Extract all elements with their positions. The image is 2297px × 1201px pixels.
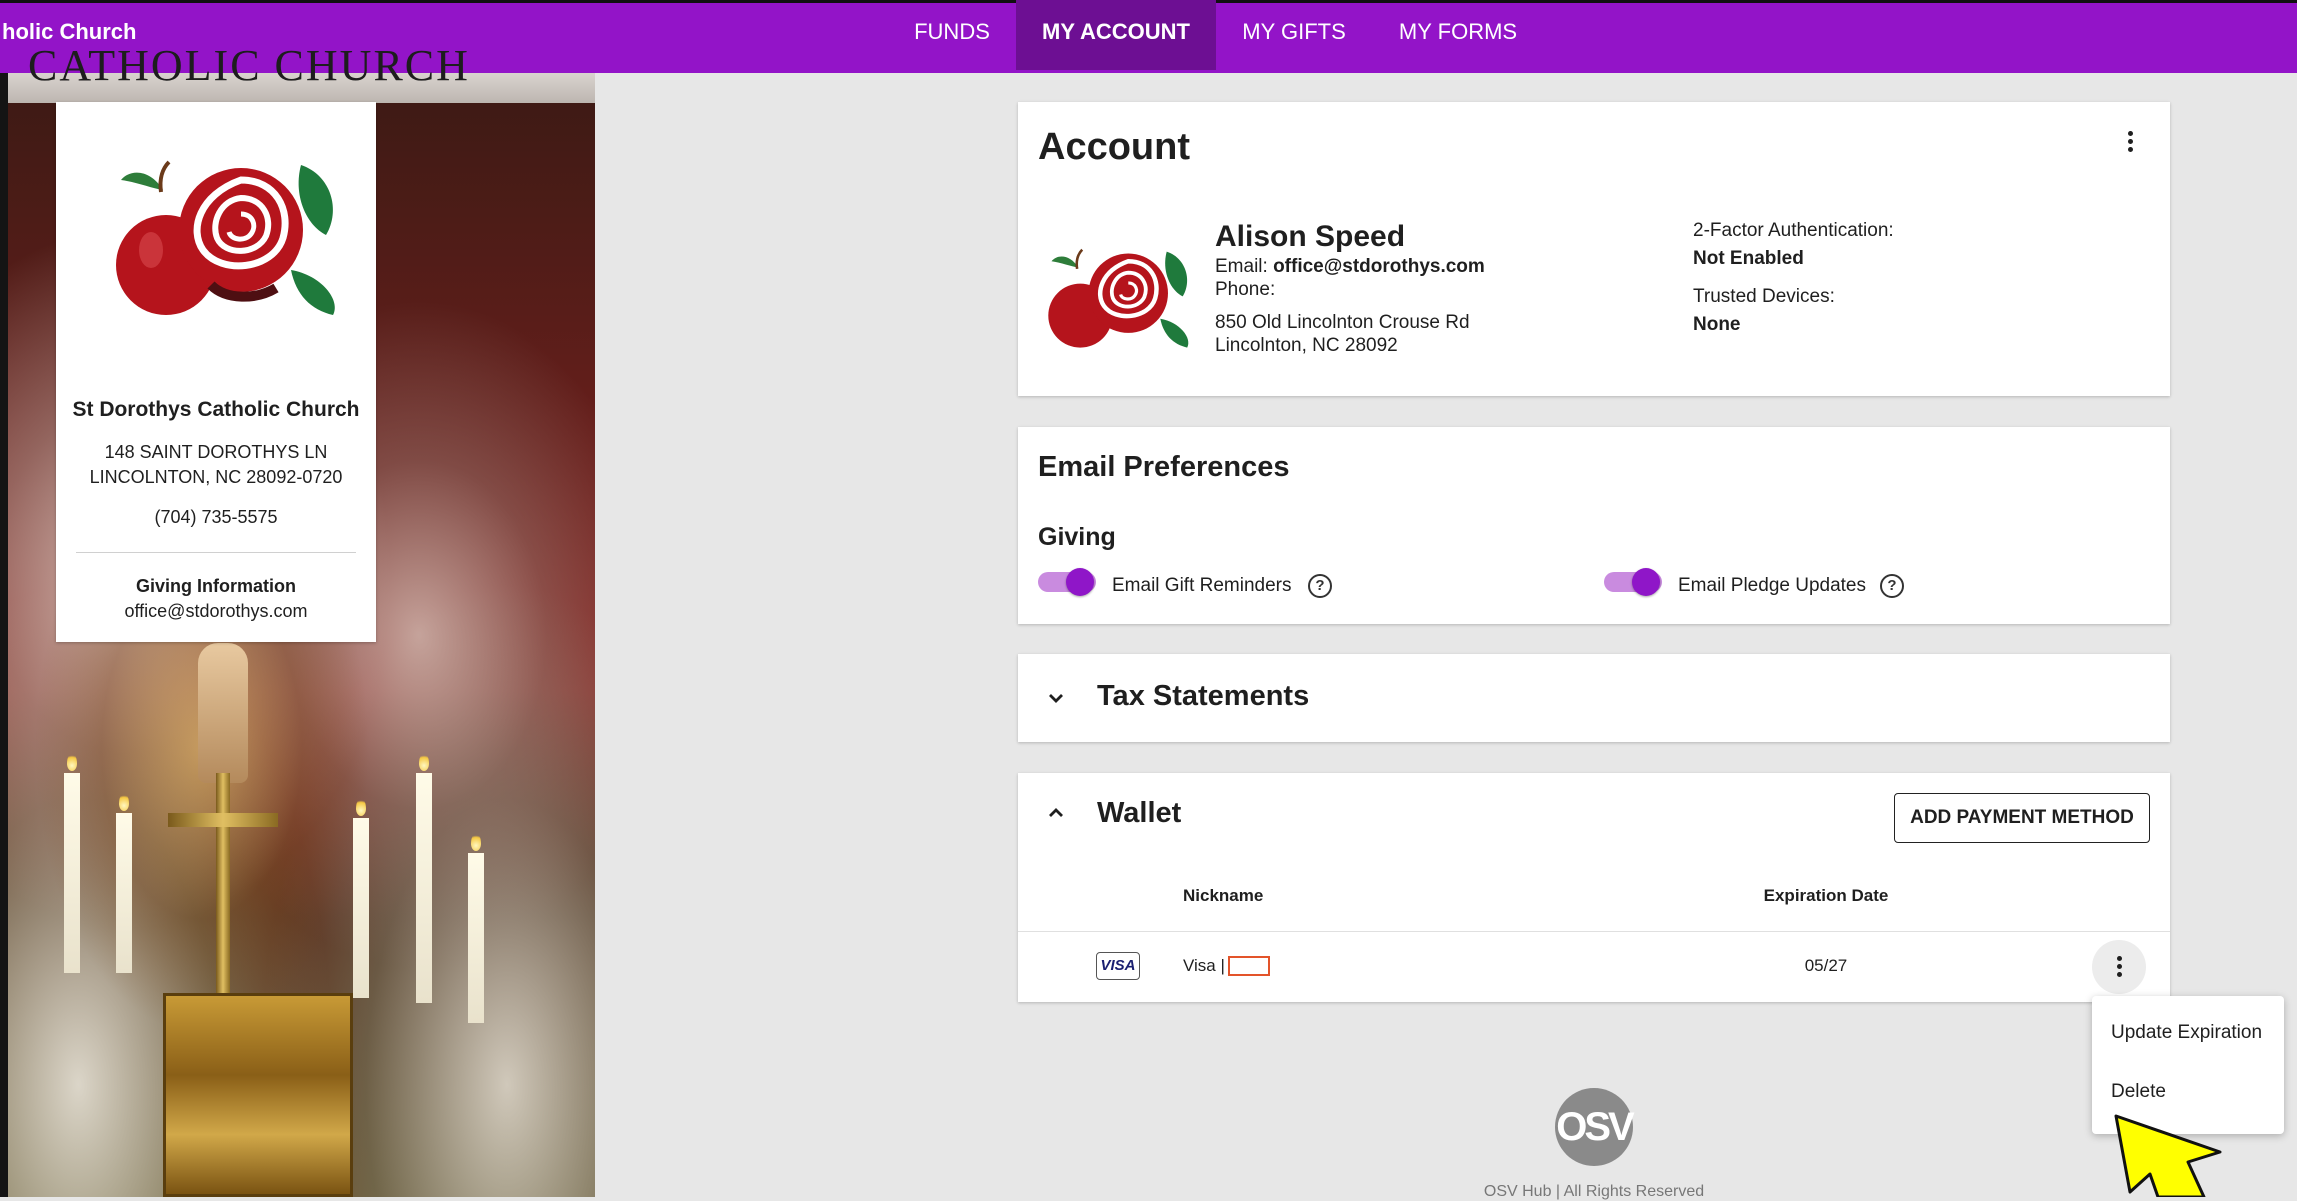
nav-tab-my-account[interactable]: MY ACCOUNT bbox=[1016, 0, 1216, 70]
table-row: VISA Visa | 05/27 bbox=[1018, 932, 2170, 1002]
footer-text: OSV Hub | All Rights Reserved bbox=[1483, 1183, 1705, 1200]
candle bbox=[116, 813, 132, 973]
add-payment-method-button[interactable]: ADD PAYMENT METHOD bbox=[1894, 793, 2150, 843]
wallet-card: Wallet ADD PAYMENT METHOD Nickname Expir… bbox=[1018, 773, 2170, 1002]
crucifix-figure bbox=[198, 643, 248, 783]
candle bbox=[416, 773, 432, 1003]
email-preferences-title: Email Preferences bbox=[1038, 451, 1290, 483]
chevron-up-icon[interactable] bbox=[1046, 803, 1066, 823]
church-address-line1: 148 SAINT DOROTHYS LN bbox=[104, 442, 328, 462]
card-expiration: 05/27 bbox=[1804, 956, 1848, 975]
nav-tab-funds[interactable]: FUNDS bbox=[900, 0, 1004, 70]
account-title: Account bbox=[1038, 126, 1190, 168]
tax-statements-title: Tax Statements bbox=[1097, 680, 1310, 712]
church-phone: (704) 735-5575 bbox=[154, 507, 278, 527]
nav-tab-my-forms[interactable]: MY FORMS bbox=[1390, 0, 1526, 70]
user-email: office@stdorothys.com bbox=[1273, 256, 1485, 277]
visa-card-icon: VISA bbox=[1096, 952, 1140, 980]
nickname-column-header: Nickname bbox=[1183, 886, 1264, 905]
church-address-line2: LINCOLNTON, NC 28092-0720 bbox=[89, 467, 343, 487]
email-label: Email: bbox=[1215, 256, 1268, 277]
account-avatar-logo bbox=[1048, 248, 1189, 348]
tabernacle bbox=[163, 993, 353, 1197]
user-email-row: Email: office@stdorothys.com bbox=[1215, 256, 1485, 278]
menu-item-delete[interactable]: Delete bbox=[2111, 1081, 2166, 1103]
chevron-down-icon[interactable] bbox=[1046, 688, 1066, 708]
giving-info-label: Giving Information bbox=[136, 576, 296, 596]
wallet-title: Wallet bbox=[1097, 797, 1182, 829]
account-card: Account Alison Speed Email: office@stdor… bbox=[1018, 102, 2170, 396]
expiration-column-header: Expiration Date bbox=[1763, 886, 1889, 905]
gift-reminders-toggle[interactable] bbox=[1038, 567, 1098, 597]
tax-statements-card[interactable]: Tax Statements bbox=[1018, 654, 2170, 742]
pledge-updates-help-icon[interactable]: ? bbox=[1880, 574, 1904, 598]
candle bbox=[353, 818, 369, 998]
church-info-card: St Dorothys Catholic Church 148 SAINT DO… bbox=[56, 102, 376, 642]
gift-reminders-help-icon[interactable]: ? bbox=[1308, 574, 1332, 598]
email-preferences-card: Email Preferences Giving Email Gift Remi… bbox=[1018, 427, 2170, 624]
giving-section-title: Giving bbox=[1038, 523, 1116, 551]
candle-flame bbox=[356, 798, 366, 816]
user-name: Alison Speed bbox=[1215, 220, 1406, 253]
church-name: St Dorothys Catholic Church bbox=[72, 398, 360, 421]
card-divider bbox=[76, 552, 356, 553]
menu-item-update-expiration[interactable]: Update Expiration bbox=[2111, 1022, 2262, 1044]
trusted-devices-value: None bbox=[1693, 314, 1741, 335]
nav-tab-my-gifts[interactable]: MY GIFTS bbox=[1230, 0, 1358, 70]
church-rose-logo bbox=[116, 160, 335, 315]
osv-logo: OSV bbox=[1555, 1088, 1635, 1166]
candle-flame bbox=[119, 793, 129, 811]
phone-label: Phone: bbox=[1215, 279, 1276, 300]
left-edge bbox=[0, 73, 8, 1197]
banner-logo-text: CATHOLIC CHURCH bbox=[28, 41, 470, 90]
trusted-devices-label: Trusted Devices: bbox=[1693, 286, 1835, 307]
candle-flame bbox=[471, 833, 481, 851]
candle-flame bbox=[67, 753, 77, 771]
twofa-value: Not Enabled bbox=[1693, 248, 1804, 269]
candle bbox=[64, 773, 80, 973]
giving-info-email[interactable]: office@stdorothys.com bbox=[56, 601, 376, 622]
pledge-updates-label: Email Pledge Updates bbox=[1678, 575, 1866, 596]
pointer-arrow-icon bbox=[2114, 1114, 2222, 1197]
row-more-button[interactable] bbox=[2092, 940, 2146, 994]
cross-beam bbox=[168, 813, 278, 827]
card-nickname-text: Visa | bbox=[1183, 956, 1225, 975]
twofa-label: 2-Factor Authentication: bbox=[1693, 220, 1894, 241]
candle bbox=[468, 853, 484, 1023]
card-nickname: Visa | bbox=[1183, 956, 1225, 976]
pledge-updates-toggle[interactable] bbox=[1604, 567, 1664, 597]
user-address-line1: 850 Old Lincolnton Crouse Rd bbox=[1215, 312, 1470, 333]
user-address-line2: Lincolnton, NC 28092 bbox=[1215, 335, 1398, 356]
redacted-card-number bbox=[1228, 956, 1270, 976]
account-more-icon[interactable] bbox=[2115, 126, 2145, 156]
candle-flame bbox=[419, 753, 429, 771]
gift-reminders-label: Email Gift Reminders bbox=[1112, 575, 1292, 596]
